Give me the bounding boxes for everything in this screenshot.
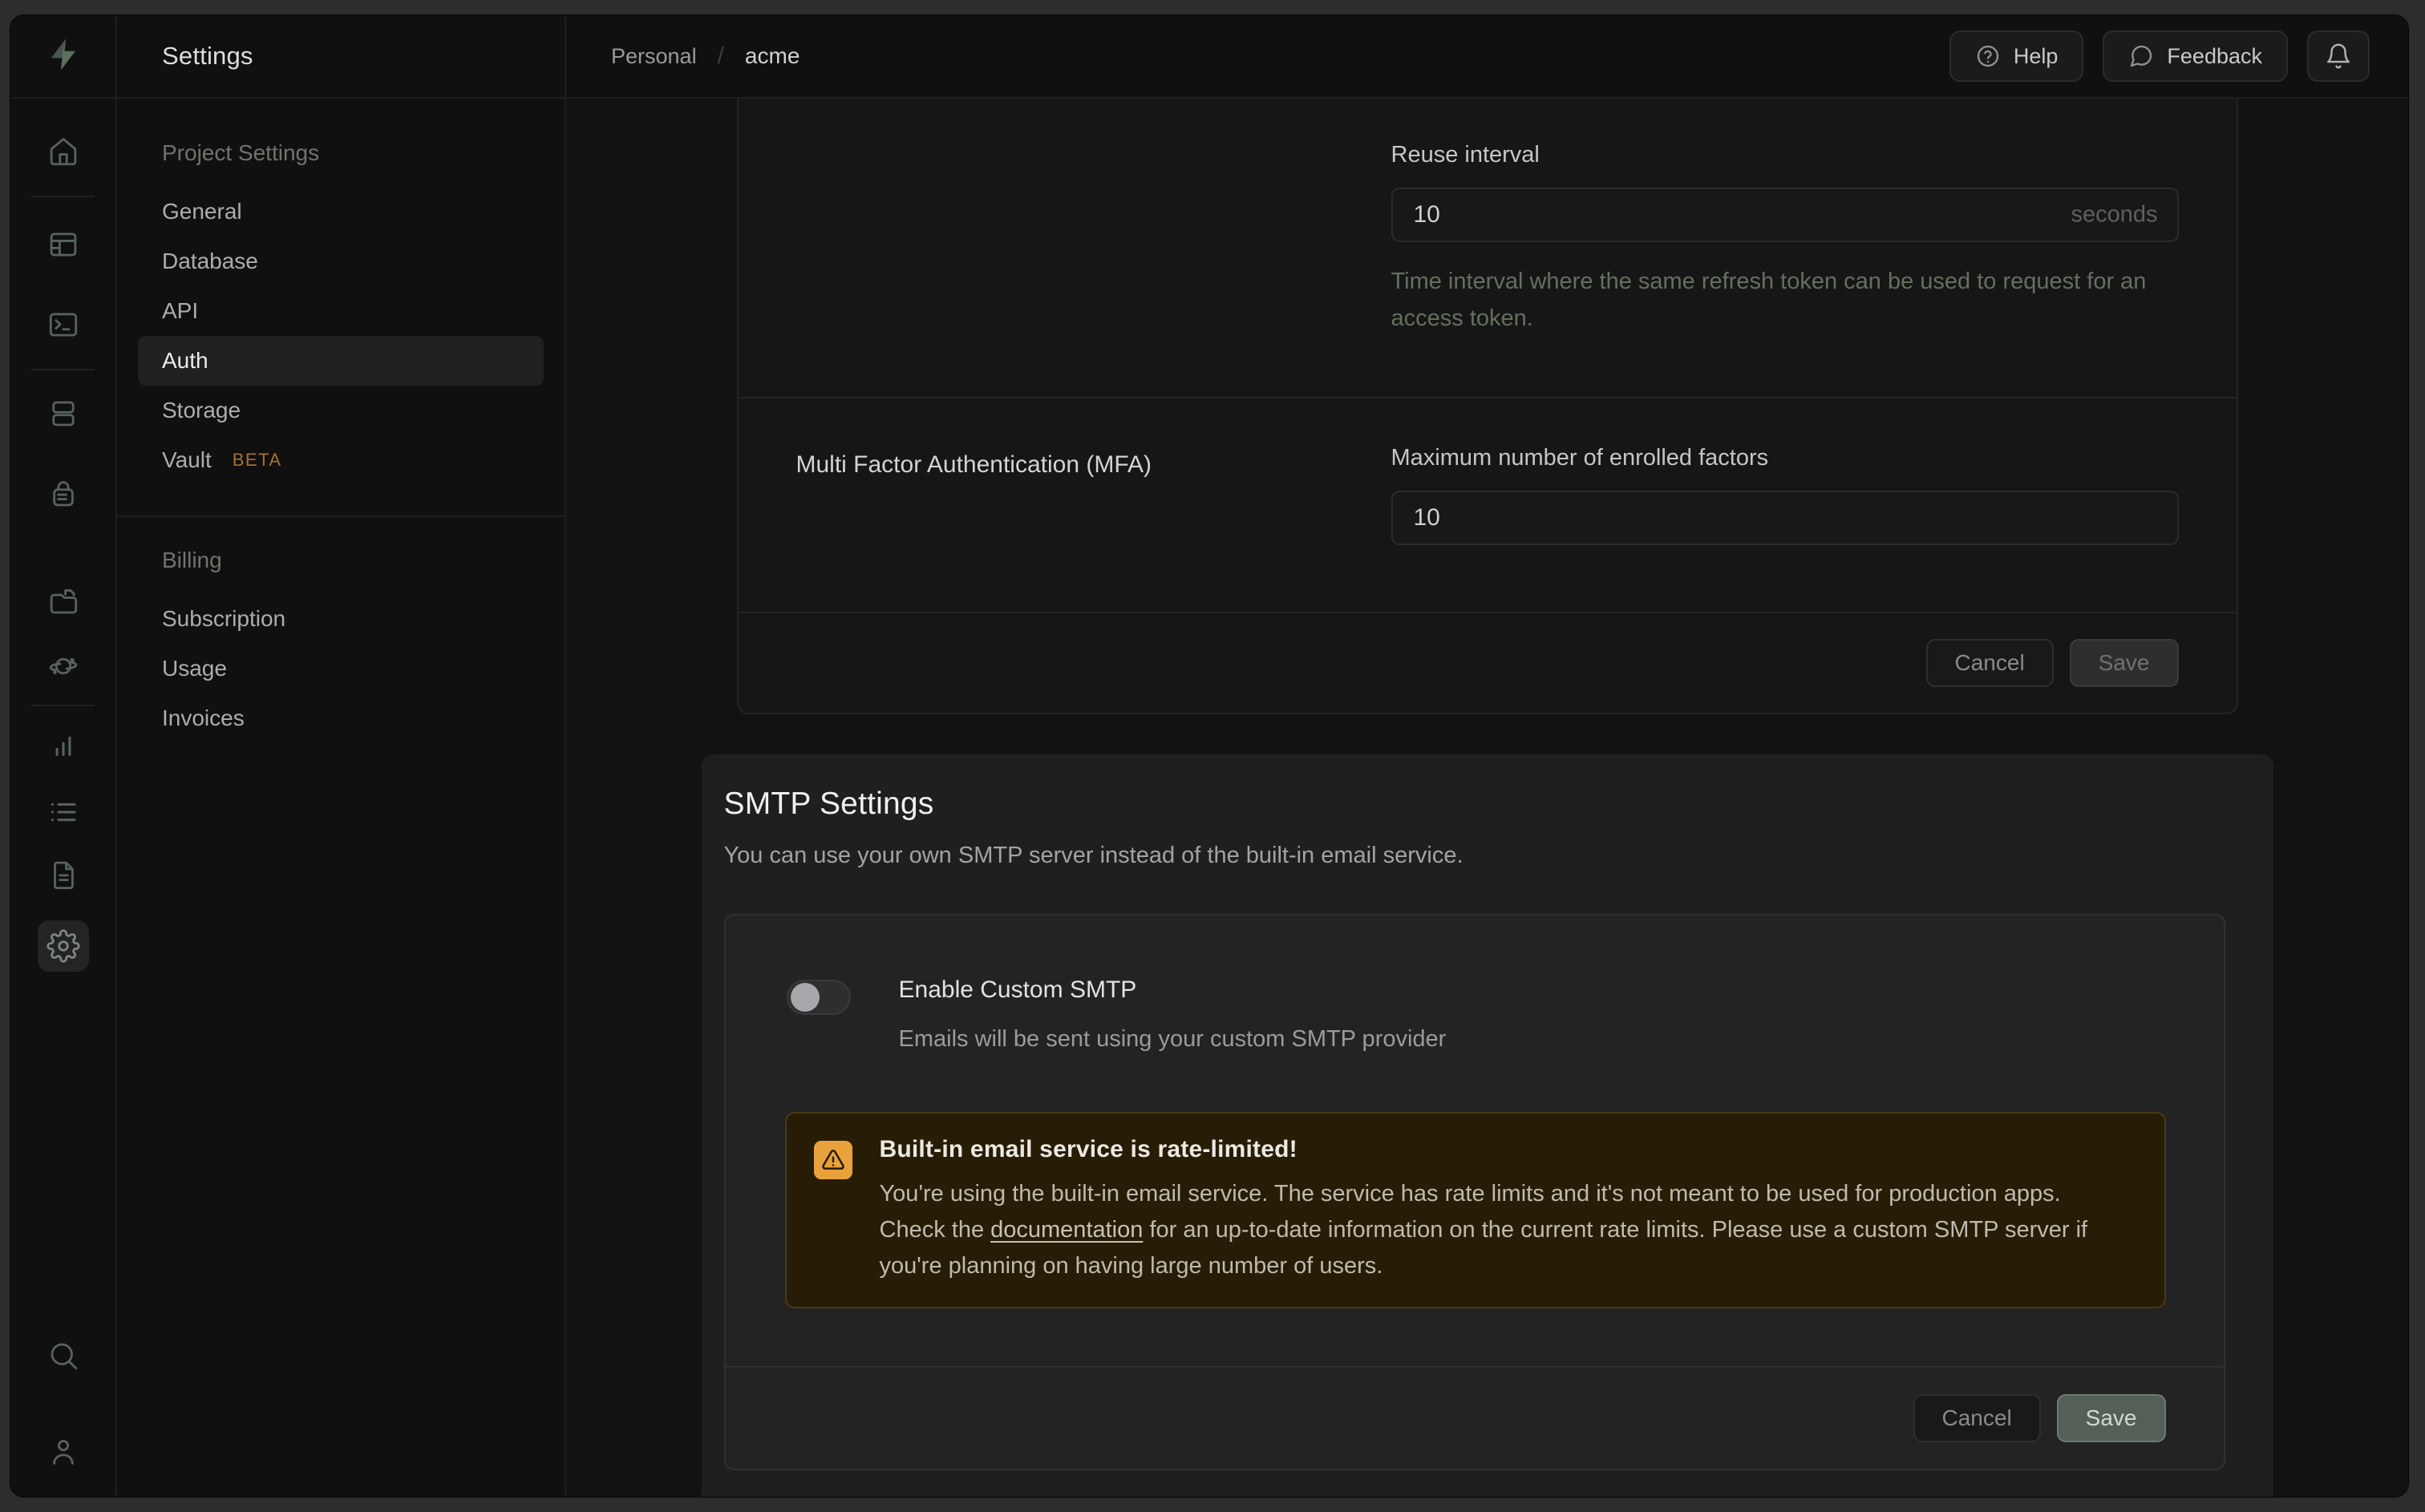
top-header: Settings Personal / acme Help <box>10 15 2408 99</box>
feedback-button[interactable]: Feedback <box>2103 30 2288 82</box>
feedback-bubble-icon <box>2128 43 2154 69</box>
warning-title: Built-in email service is rate-limited! <box>880 1136 2131 1163</box>
user-icon[interactable] <box>38 1426 89 1478</box>
header-actions: Help Feedback <box>1949 30 2370 82</box>
supabase-logo-icon <box>45 36 82 77</box>
docs-icon[interactable] <box>38 849 89 900</box>
sidebar-item-general[interactable]: General <box>138 187 544 237</box>
warning-triangle-icon <box>814 1141 852 1179</box>
search-icon[interactable] <box>38 1330 89 1381</box>
help-button[interactable]: Help <box>1949 30 2084 82</box>
smtp-settings-panel: SMTP Settings You can use your own SMTP … <box>702 754 2273 1497</box>
sidebar-item-database[interactable]: Database <box>138 237 544 286</box>
sidebar-heading-billing: Billing <box>138 548 544 573</box>
sidebar-item-vault[interactable]: Vault BETA <box>138 435 544 485</box>
main-content: Reuse interval seconds Time interval whe… <box>566 99 2408 1497</box>
reuse-interval-unit: seconds <box>2071 202 2157 228</box>
storage-icon[interactable] <box>38 576 89 627</box>
help-button-label: Help <box>2014 44 2059 69</box>
edge-functions-icon[interactable] <box>38 641 89 692</box>
home-icon[interactable] <box>38 126 89 177</box>
settings-sidebar: Project Settings General Database API Au… <box>117 99 566 1497</box>
auth-cancel-button[interactable]: Cancel <box>1926 639 2054 687</box>
smtp-card-footer: Cancel Save <box>726 1366 2224 1469</box>
header-main: Personal / acme Help <box>566 15 2408 97</box>
auth-lock-icon[interactable] <box>38 468 89 519</box>
database-icon[interactable] <box>38 388 89 439</box>
sidebar-item-storage[interactable]: Storage <box>138 386 544 435</box>
mfa-section-label: Multi Factor Authentication (MFA) <box>796 398 1391 612</box>
enable-smtp-sublabel: Emails will be sent using your custom SM… <box>899 1026 1447 1053</box>
smtp-card: Enable Custom SMTP Emails will be sent u… <box>724 914 2225 1470</box>
table-editor-icon[interactable] <box>38 219 89 270</box>
sidebar-item-subscription[interactable]: Subscription <box>138 594 544 644</box>
toggle-knob <box>791 983 820 1012</box>
rate-limit-warning: Built-in email service is rate-limited! … <box>785 1112 2166 1308</box>
mfa-max-factors-label: Maximum number of enrolled factors <box>1391 445 2179 471</box>
breadcrumb-org[interactable]: Personal <box>611 44 697 69</box>
enable-smtp-toggle[interactable] <box>787 980 851 1015</box>
mfa-section: Multi Factor Authentication (MFA) Maximu… <box>739 398 2237 612</box>
icon-rail <box>10 99 117 1497</box>
auth-settings-card: Reuse interval seconds Time interval whe… <box>737 99 2238 714</box>
auth-save-button[interactable]: Save <box>2070 639 2179 687</box>
reuse-interval-section: Reuse interval seconds Time interval whe… <box>739 99 2237 397</box>
sidebar-item-invoices[interactable]: Invoices <box>138 693 544 743</box>
feedback-button-label: Feedback <box>2167 44 2262 69</box>
bell-icon <box>2325 42 2352 70</box>
reuse-interval-label: Reuse interval <box>1391 142 2179 168</box>
enable-smtp-row: Enable Custom SMTP Emails will be sent u… <box>726 916 2224 1053</box>
sql-editor-icon[interactable] <box>38 299 89 350</box>
documentation-link[interactable]: documentation <box>990 1217 1143 1243</box>
reuse-interval-input[interactable] <box>1391 188 2179 242</box>
reports-icon[interactable] <box>38 720 89 771</box>
smtp-title: SMTP Settings <box>724 786 2225 822</box>
breadcrumb-project[interactable]: acme <box>745 43 800 69</box>
mfa-max-factors-input[interactable] <box>1391 491 2179 545</box>
logs-icon[interactable] <box>38 786 89 838</box>
smtp-cancel-button[interactable]: Cancel <box>1913 1394 2041 1442</box>
sidebar-divider <box>117 515 565 517</box>
enable-smtp-label: Enable Custom SMTP <box>899 976 1447 1004</box>
logo-cell[interactable] <box>10 15 117 97</box>
beta-badge: BETA <box>233 450 282 471</box>
warning-body: You're using the built-in email service.… <box>880 1176 2131 1284</box>
page-title: Settings <box>117 15 566 97</box>
smtp-description: You can use your own SMTP server instead… <box>724 843 2225 869</box>
sidebar-heading-project-settings: Project Settings <box>138 140 544 166</box>
settings-gear-icon[interactable] <box>38 920 89 972</box>
reuse-interval-description: Time interval where the same refresh tok… <box>1391 263 2179 337</box>
sidebar-item-auth[interactable]: Auth <box>138 336 544 386</box>
breadcrumb-separator: / <box>718 42 724 70</box>
smtp-save-button[interactable]: Save <box>2057 1394 2166 1442</box>
sidebar-item-api[interactable]: API <box>138 286 544 336</box>
help-circle-icon <box>1975 43 2001 69</box>
sidebar-item-usage[interactable]: Usage <box>138 644 544 693</box>
auth-card-footer: Cancel Save <box>739 613 2237 713</box>
breadcrumb: Personal / acme <box>611 42 800 70</box>
notifications-button[interactable] <box>2307 30 2370 82</box>
app-window: Settings Personal / acme Help <box>10 14 2409 1498</box>
